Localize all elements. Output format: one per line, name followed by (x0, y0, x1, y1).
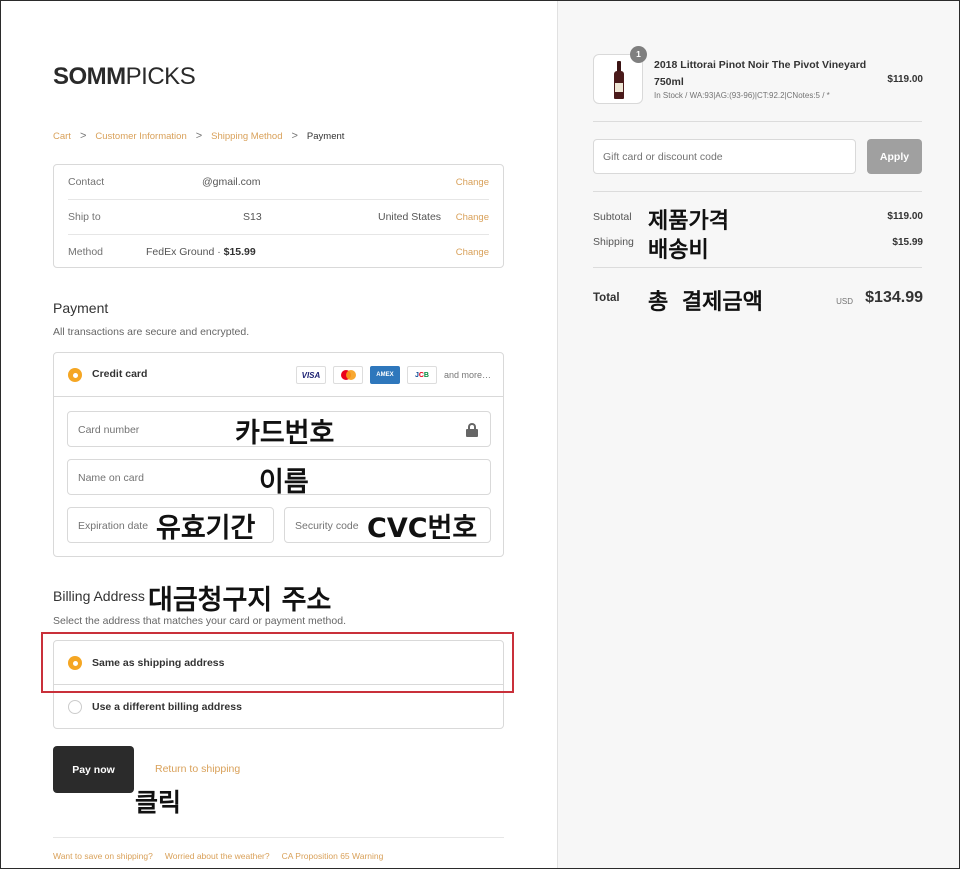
review-method-row: Method FedEx Ground · $15.99 Change (68, 235, 489, 269)
method-price: $15.99 (223, 246, 256, 258)
total-currency: USD (836, 297, 853, 306)
review-contact-row: Contact @gmail.com Change (68, 165, 489, 199)
amex-icon: AMEX (369, 366, 400, 384)
radio-unselected-icon[interactable] (68, 700, 82, 714)
quantity-badge: 1 (630, 46, 647, 63)
annotation-click: 클릭 (135, 788, 182, 817)
annotation-billing: 대금청구지 주소 (148, 585, 332, 616)
card-number-placeholder: Card number (78, 424, 140, 436)
accepted-cards: VISA AMEX JCB and more… (295, 366, 491, 384)
footer-link-weather[interactable]: Worried about the weather? (165, 851, 270, 861)
credit-card-label: Credit card (92, 368, 148, 380)
breadcrumb-customer-information[interactable]: Customer Information (95, 131, 186, 142)
method-label: Method (68, 246, 104, 258)
product-meta: In Stock / WA:93|AG:(93-96)|CT:92.2|CNot… (654, 91, 830, 100)
chevron-right-icon: > (291, 130, 298, 142)
total-label: Total (593, 292, 620, 304)
annotation-expiry: 유효기간 (156, 513, 256, 544)
annotation-card-number: 카드번호 (235, 418, 335, 449)
checkout-main: SOMMPICKS Cart > Customer Information > … (1, 1, 557, 868)
payment-subtitle: All transactions are secure and encrypte… (53, 326, 250, 338)
footer-link-shipping[interactable]: Want to save on shipping? (53, 851, 153, 861)
name-on-card-placeholder: Name on card (78, 472, 144, 484)
checkout-page: SOMMPICKS Cart > Customer Information > … (0, 0, 960, 869)
visa-icon: VISA (295, 366, 326, 384)
breadcrumb-cart[interactable]: Cart (53, 131, 71, 142)
shipto-country: United States (378, 211, 442, 223)
annotation-shipping: 배송비 (648, 238, 709, 263)
return-to-shipping-link[interactable]: Return to shipping (155, 763, 240, 775)
annotation-name: 이름 (259, 467, 309, 498)
billing-different-label: Use a different billing address (92, 701, 242, 713)
footer-links: Want to save on shipping? Worried about … (53, 851, 383, 861)
apply-button[interactable]: Apply (867, 139, 922, 174)
change-contact-link[interactable]: Change (456, 177, 489, 188)
divider (53, 837, 504, 838)
discount-code-placeholder: Gift card or discount code (603, 151, 723, 163)
mastercard-icon (332, 366, 363, 384)
security-code-placeholder: Security code (295, 520, 359, 532)
highlight-box (41, 632, 514, 693)
shipto-value: S13 (243, 211, 262, 223)
subtotal-label: Subtotal (593, 211, 632, 223)
divider (593, 267, 922, 268)
discount-code-input[interactable]: Gift card or discount code (593, 139, 856, 174)
expiration-date-placeholder: Expiration date (78, 520, 149, 532)
change-address-link[interactable]: Change (456, 212, 489, 223)
chevron-right-icon: > (79, 130, 87, 142)
change-method-link[interactable]: Change (456, 247, 489, 258)
store-logo[interactable]: SOMMPICKS (53, 63, 196, 91)
jcb-icon: JCB (406, 366, 437, 384)
total-value: $134.99 (865, 289, 923, 306)
pay-now-button[interactable]: Pay now (53, 746, 134, 793)
breadcrumb: Cart > Customer Information > Shipping M… (53, 130, 344, 142)
payment-title: Payment (53, 300, 109, 316)
product-name: 2018 Littorai Pinot Noir The Pivot Viney… (654, 59, 867, 88)
breadcrumb-payment: Payment (306, 130, 345, 142)
shipping-label: Shipping (593, 236, 634, 248)
divider (593, 121, 922, 122)
method-value: FedEx Ground · $15.99 (146, 246, 256, 258)
contact-value: @gmail.com (202, 176, 261, 188)
more-cards-label: and more… (443, 370, 491, 380)
radio-selected-icon[interactable] (68, 368, 82, 382)
product-price: $119.00 (887, 74, 923, 85)
annotation-subtotal: 제품가격 (648, 209, 729, 234)
review-shipto-row: Ship to S13 United States Change (68, 200, 489, 234)
subtotal-value: $119.00 (887, 211, 923, 222)
shipto-label: Ship to (68, 211, 101, 223)
review-block: Contact @gmail.com Change Ship to S13 Un… (53, 164, 504, 268)
footer-link-prop65[interactable]: CA Proposition 65 Warning (282, 851, 384, 861)
credit-card-option[interactable]: Credit card VISA AMEX JCB and more… (54, 353, 503, 397)
wine-bottle-icon (614, 61, 624, 99)
shipping-value: $15.99 (892, 237, 923, 248)
lock-icon (466, 423, 478, 437)
breadcrumb-shipping-method[interactable]: Shipping Method (211, 131, 282, 142)
divider (593, 191, 922, 192)
order-summary: 1 2018 Littorai Pinot Noir The Pivot Vin… (557, 1, 959, 868)
contact-label: Contact (68, 176, 105, 188)
annotation-cvc: CVC번호 (367, 513, 478, 544)
annotation-total: 총 결제금액 (648, 290, 763, 315)
chevron-right-icon: > (195, 130, 203, 142)
billing-title: Billing Address (53, 588, 145, 604)
